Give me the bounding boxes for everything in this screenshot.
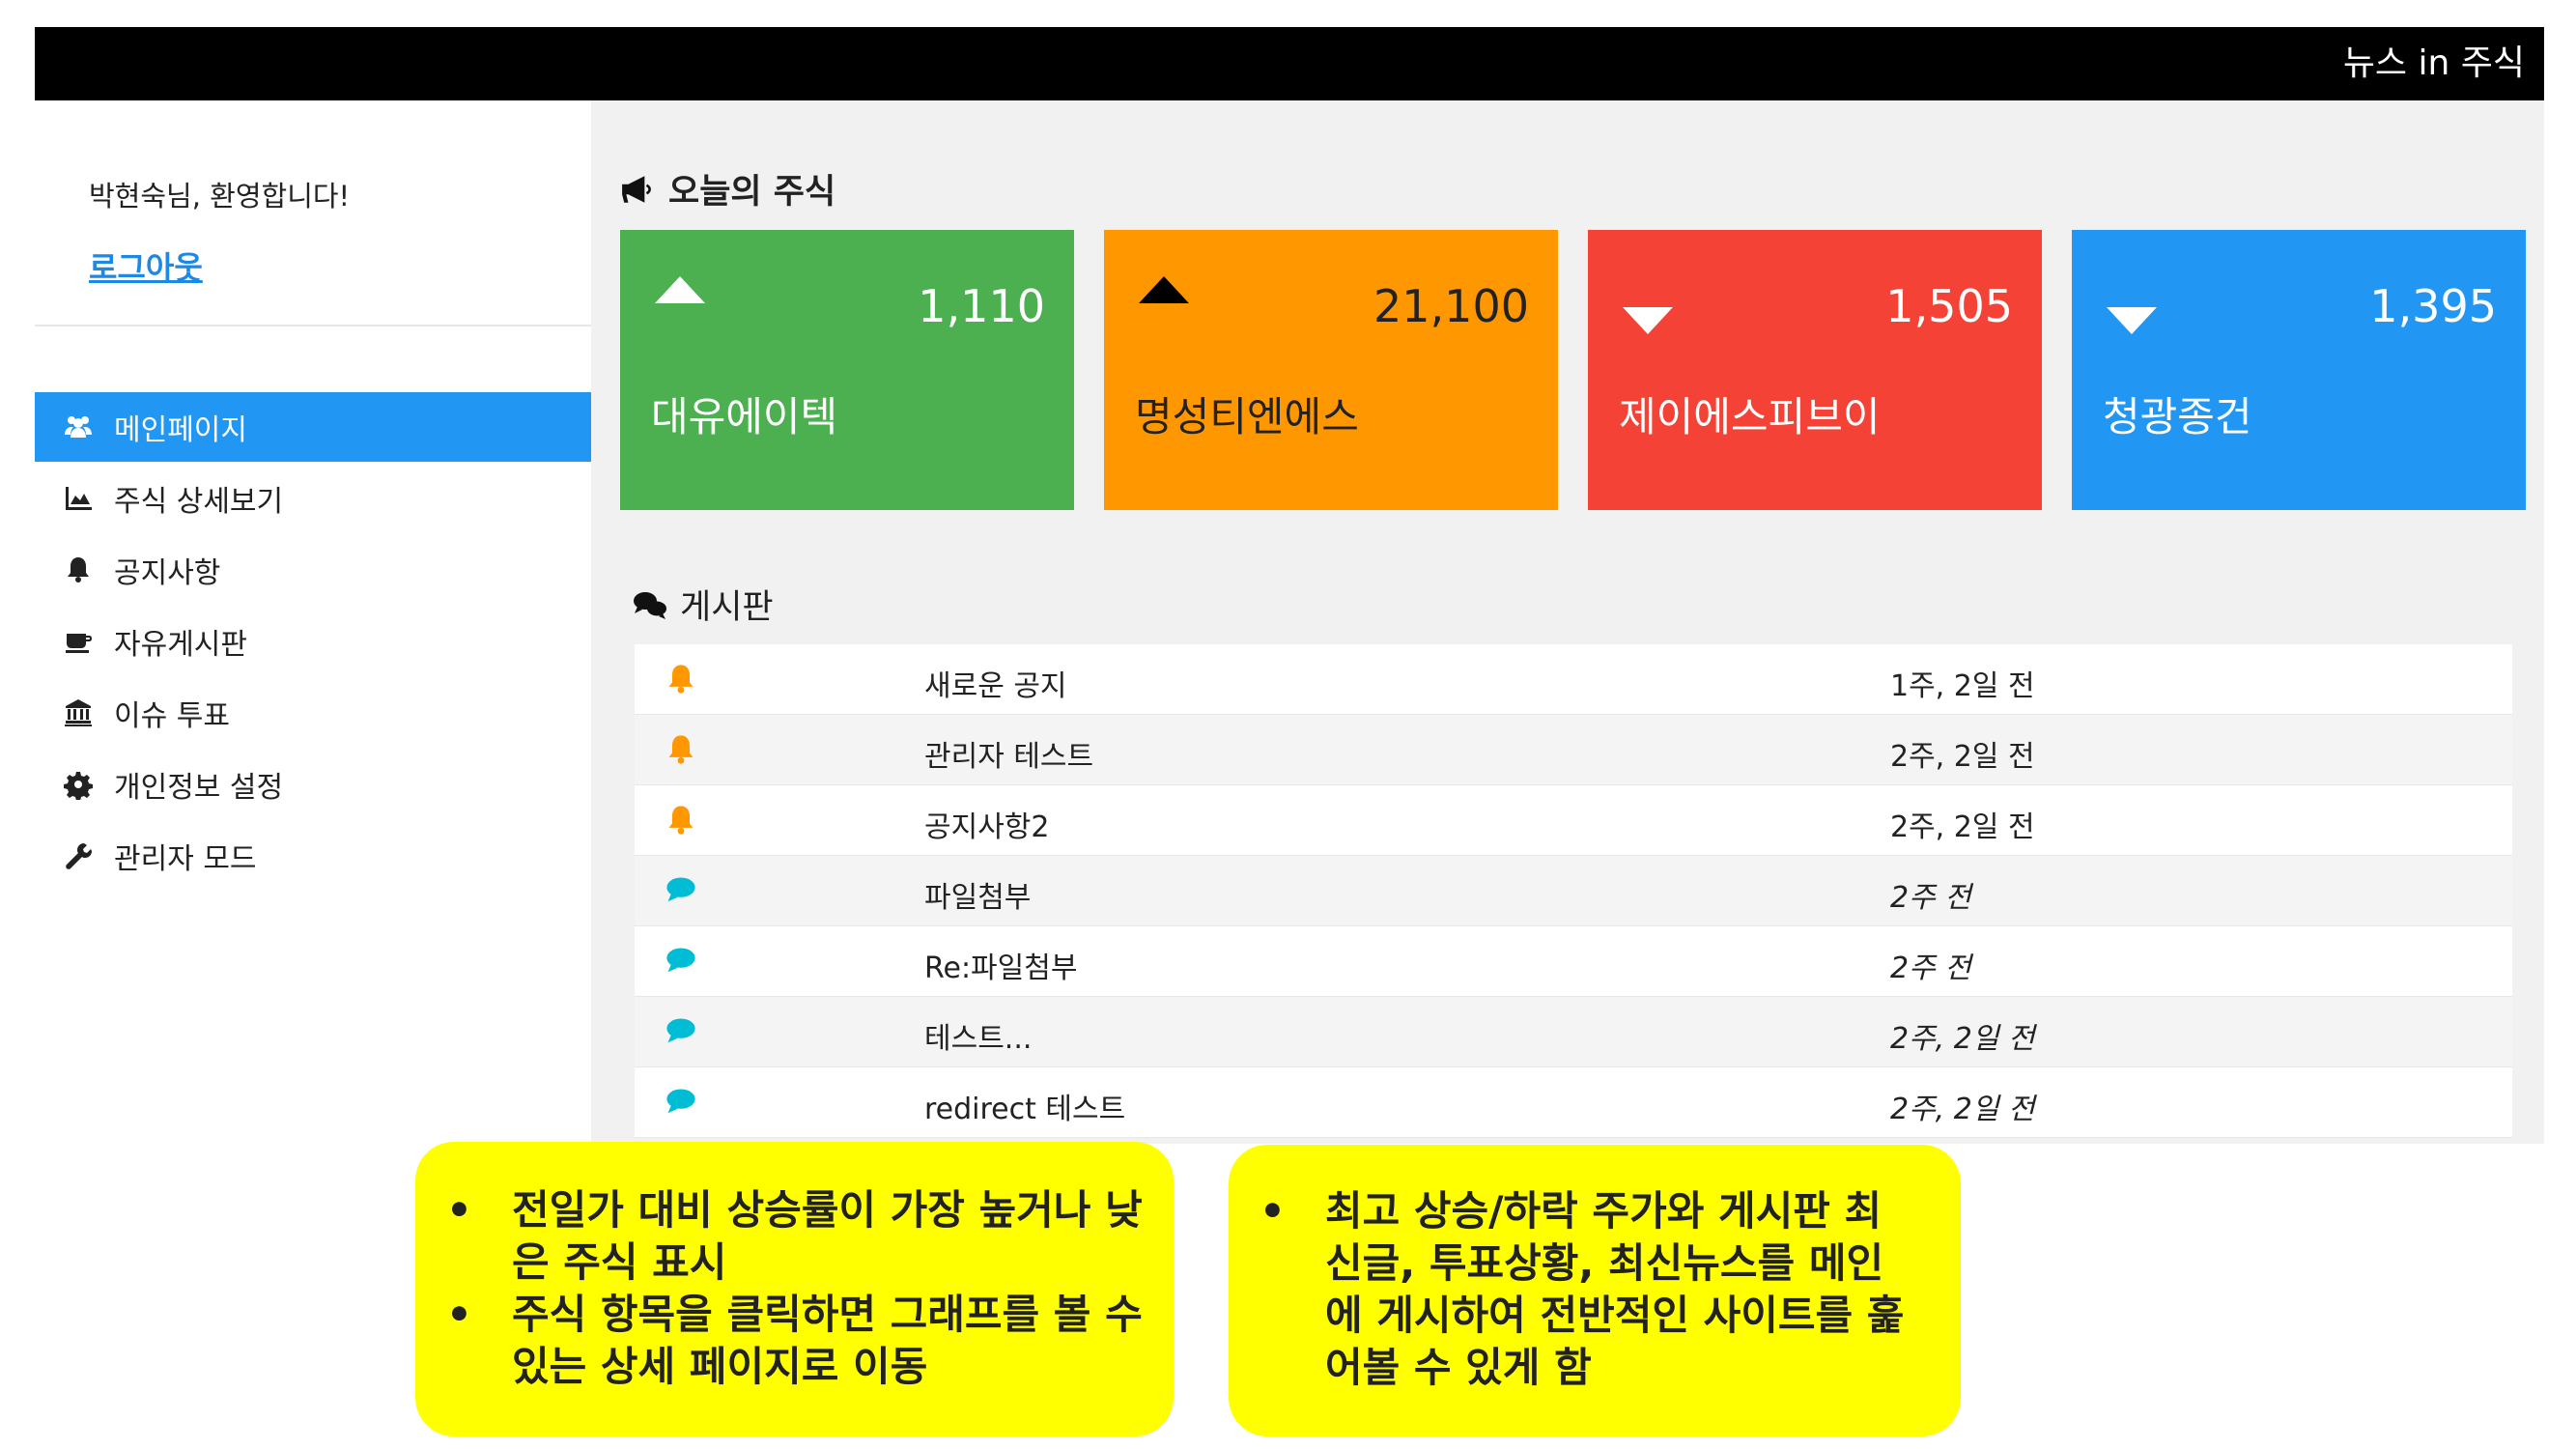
comment-icon	[666, 1089, 695, 1114]
sidebar-item-stock-detail[interactable]: 주식 상세보기	[35, 464, 591, 533]
board-row[interactable]: redirect 테스트 2주, 2일 전	[635, 1067, 2512, 1138]
board-row[interactable]: 새로운 공지 1주, 2일 전	[635, 644, 2512, 715]
board-row[interactable]: 테스트... 2주, 2일 전	[635, 997, 2512, 1067]
arrow-up-icon	[1139, 276, 1189, 303]
board-row-date: 2주 전	[1890, 952, 1971, 985]
board-row[interactable]: 관리자 테스트 2주, 2일 전	[635, 715, 2512, 785]
annotation-note-right: 최고 상승/하락 주가와 게시판 최신글, 투표상황, 최신뉴스를 메인에 게시…	[1229, 1145, 1961, 1436]
sidebar-item-issue-vote[interactable]: 이슈 투표	[35, 678, 591, 748]
board-row-title[interactable]: 테스트...	[924, 1014, 1032, 1057]
board-row-title[interactable]: Re:파일첨부	[924, 944, 1077, 986]
area-chart-icon	[60, 482, 97, 515]
sidebar-item-settings[interactable]: 개인정보 설정	[35, 750, 591, 819]
main-content: 오늘의 주식 1,110 대유에이텍 21,100 명성티엔에스 1,505 제…	[591, 100, 2544, 1144]
comments-icon	[634, 591, 666, 619]
sidebar-item-admin[interactable]: 관리자 모드	[35, 821, 591, 891]
board-row-date: 1주, 2일 전	[1890, 669, 2035, 703]
board-row[interactable]: 파일첨부 2주 전	[635, 856, 2512, 926]
board-row-title[interactable]: 새로운 공지	[924, 662, 1067, 704]
brand-title[interactable]: 뉴스 in 주식	[2343, 41, 2525, 87]
board-row-date: 2주, 2일 전	[1890, 1093, 2035, 1126]
sidebar-item-label: 공지사항	[114, 556, 221, 590]
board-row[interactable]: Re:파일첨부 2주 전	[635, 926, 2512, 997]
stock-name: 청광종건	[2103, 393, 2252, 440]
arrow-up-icon	[655, 276, 705, 303]
sidebar-item-label: 주식 상세보기	[114, 485, 284, 519]
board-row-title[interactable]: 공지사항2	[924, 803, 1050, 845]
comment-icon	[666, 877, 695, 902]
stock-price: 1,110	[918, 280, 1045, 332]
stock-name: 명성티엔에스	[1135, 393, 1359, 440]
bank-icon	[60, 696, 97, 729]
board-list: 새로운 공지 1주, 2일 전 관리자 테스트 2주, 2일 전 공지사항2 2…	[635, 644, 2512, 1138]
sidebar-item-label: 이슈 투표	[114, 699, 230, 733]
arrow-down-icon	[2107, 307, 2157, 334]
board-title: 게시판	[680, 588, 774, 627]
top-navbar: 뉴스 in 주식	[35, 27, 2544, 100]
comment-icon	[666, 1018, 695, 1043]
bell-icon	[60, 554, 97, 586]
coffee-icon	[60, 625, 97, 658]
sidebar-item-label: 개인정보 설정	[114, 771, 284, 805]
sidebar-item-main[interactable]: 메인페이지	[35, 392, 591, 462]
stock-card[interactable]: 1,395 청광종건	[2072, 230, 2526, 510]
stock-card[interactable]: 21,100 명성티엔에스	[1104, 230, 1558, 510]
sidebar: 박현숙님, 환영합니다! 로그아웃 메인페이지 주식 상세보기 공지사항 자유게…	[35, 100, 591, 1144]
arrow-down-icon	[1623, 307, 1673, 334]
wrench-icon	[60, 839, 97, 872]
stocks-title: 오늘의 주식	[668, 173, 836, 212]
board-row-date: 2주 전	[1890, 881, 1971, 915]
stock-price: 1,395	[2369, 280, 2497, 332]
gear-icon	[60, 768, 97, 801]
board-row[interactable]: 공지사항2 2주, 2일 전	[635, 785, 2512, 856]
board-row-date: 2주, 2일 전	[1890, 810, 2035, 844]
annotation-note-left: 전일가 대비 상승률이 가장 높거나 낮은 주식 표시 주식 항목을 클릭하면 …	[415, 1142, 1174, 1436]
stock-name: 제이에스피브이	[1619, 393, 1881, 440]
board-row-title[interactable]: 관리자 테스트	[924, 732, 1093, 775]
stock-card[interactable]: 1,505 제이에스피브이	[1588, 230, 2042, 510]
welcome-message: 박현숙님, 환영합니다!	[89, 180, 351, 213]
board-row-title[interactable]: redirect 테스트	[924, 1085, 1125, 1127]
sidebar-item-label: 자유게시판	[114, 628, 247, 662]
bell-icon	[668, 735, 694, 764]
stock-price: 1,505	[1885, 280, 2013, 332]
users-icon	[60, 411, 97, 443]
comment-icon	[666, 948, 695, 973]
board-row-date: 2주, 2일 전	[1890, 1022, 2035, 1056]
note-bullet: 주식 항목을 클릭하면 그래프를 볼 수 있는 상세 페이지로 이동	[415, 1289, 1149, 1393]
sidebar-item-notice[interactable]: 공지사항	[35, 535, 591, 605]
sidebar-item-free-board[interactable]: 자유게시판	[35, 607, 591, 676]
sidebar-item-label: 관리자 모드	[114, 842, 257, 876]
stock-price: 21,100	[1373, 280, 1529, 332]
logout-link[interactable]: 로그아웃	[89, 243, 203, 288]
stock-card[interactable]: 1,110 대유에이텍	[620, 230, 1074, 510]
bullhorn-icon	[622, 175, 651, 203]
bell-icon	[668, 665, 694, 694]
board-section-title: 게시판	[632, 580, 774, 629]
sidebar-nav: 메인페이지 주식 상세보기 공지사항 자유게시판 이슈 투표 개인정보 설정 관…	[35, 392, 591, 893]
sidebar-divider	[35, 325, 591, 327]
note-bullet: 전일가 대비 상승률이 가장 높거나 낮은 주식 표시	[415, 1184, 1149, 1289]
sidebar-item-label: 메인페이지	[114, 413, 247, 447]
bell-icon	[668, 806, 694, 835]
board-row-date: 2주, 2일 전	[1890, 740, 2035, 774]
note-bullet: 최고 상승/하락 주가와 게시판 최신글, 투표상황, 최신뉴스를 메인에 게시…	[1229, 1185, 1905, 1394]
board-row-title[interactable]: 파일첨부	[924, 873, 1031, 916]
stock-name: 대유에이텍	[651, 393, 838, 440]
stocks-section-title: 오늘의 주식	[620, 164, 835, 213]
